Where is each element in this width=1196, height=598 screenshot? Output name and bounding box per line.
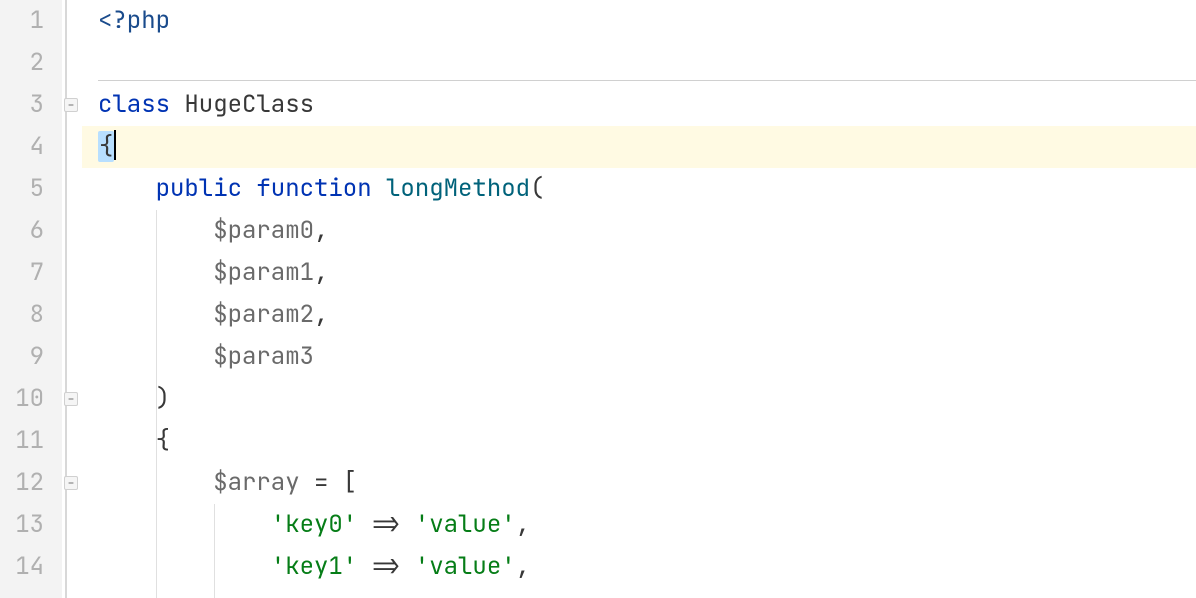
line-number: 10 — [10, 378, 44, 420]
code-line[interactable]: 'key0' => 'value', — [82, 504, 1196, 546]
line-number: 1 — [10, 0, 44, 42]
code-token: HugeClass — [184, 89, 314, 120]
code-token: $param0 — [213, 215, 314, 246]
fold-gutter — [62, 0, 82, 598]
line-number: 5 — [10, 168, 44, 210]
code-token: => — [357, 551, 415, 582]
code-token — [98, 341, 213, 372]
code-line[interactable]: class HugeClass — [82, 84, 1196, 126]
line-number-gutter: 1234567891011121314 — [0, 0, 62, 598]
line-number: 9 — [10, 336, 44, 378]
code-token: 'value' — [415, 509, 516, 540]
line-number: 13 — [10, 504, 44, 546]
code-token — [98, 467, 213, 498]
code-token — [98, 299, 213, 330]
code-token: = — [300, 467, 343, 498]
code-token: { — [156, 425, 170, 456]
code-token — [98, 173, 156, 204]
code-line[interactable]: $array = [ — [82, 462, 1196, 504]
line-number: 8 — [10, 294, 44, 336]
gutter-vertical-line — [65, 0, 67, 598]
line-number: 6 — [10, 210, 44, 252]
code-token — [98, 257, 213, 288]
code-token: => — [357, 509, 415, 540]
code-line[interactable]: $param0, — [82, 210, 1196, 252]
code-line[interactable]: $param1, — [82, 252, 1196, 294]
line-number: 3 — [10, 84, 44, 126]
code-token: , — [516, 509, 530, 540]
code-token: { — [98, 131, 114, 162]
code-token: $param2 — [213, 299, 314, 330]
line-number: 2 — [10, 42, 44, 84]
code-token — [98, 509, 271, 540]
code-token: $param3 — [213, 341, 314, 372]
code-token: $array — [213, 467, 299, 498]
code-line[interactable]: <?php — [82, 0, 1196, 42]
code-token: , — [314, 299, 328, 330]
code-token: ( — [530, 173, 544, 204]
text-caret — [114, 130, 116, 160]
code-token: [ — [343, 467, 357, 498]
code-line[interactable]: $param3 — [82, 336, 1196, 378]
code-token: , — [516, 551, 530, 582]
code-token — [98, 383, 156, 414]
code-token: ) — [156, 383, 170, 414]
code-token: longMethod — [386, 173, 530, 204]
code-token: 'key1' — [271, 551, 357, 582]
code-line[interactable] — [82, 42, 1196, 84]
fold-toggle-icon[interactable] — [64, 476, 78, 490]
code-token — [98, 425, 156, 456]
code-token: $param1 — [213, 257, 314, 288]
line-number: 4 — [10, 126, 44, 168]
code-token: public function — [156, 173, 386, 204]
code-line[interactable]: ) — [82, 378, 1196, 420]
code-token: 'key0' — [271, 509, 357, 540]
code-line[interactable]: { — [82, 126, 1196, 168]
code-token — [98, 551, 271, 582]
fold-toggle-icon[interactable] — [64, 392, 78, 406]
line-number: 12 — [10, 462, 44, 504]
code-token — [98, 215, 213, 246]
line-number: 7 — [10, 252, 44, 294]
code-area[interactable]: <?php class HugeClass { public function lo… — [82, 0, 1196, 598]
line-number: 11 — [10, 420, 44, 462]
code-line[interactable]: 'key1' => 'value', — [82, 546, 1196, 588]
code-token: class — [98, 89, 184, 120]
code-token: 'value' — [415, 551, 516, 582]
code-line[interactable]: $param2, — [82, 294, 1196, 336]
line-number: 14 — [10, 546, 44, 588]
code-editor[interactable]: 1234567891011121314 <?phpclass HugeClass… — [0, 0, 1196, 598]
fold-toggle-icon[interactable] — [64, 98, 78, 112]
code-line[interactable]: { — [82, 420, 1196, 462]
code-token: , — [314, 215, 328, 246]
code-token: <?php — [98, 5, 170, 36]
code-token: , — [314, 257, 328, 288]
code-line[interactable]: public function longMethod( — [82, 168, 1196, 210]
